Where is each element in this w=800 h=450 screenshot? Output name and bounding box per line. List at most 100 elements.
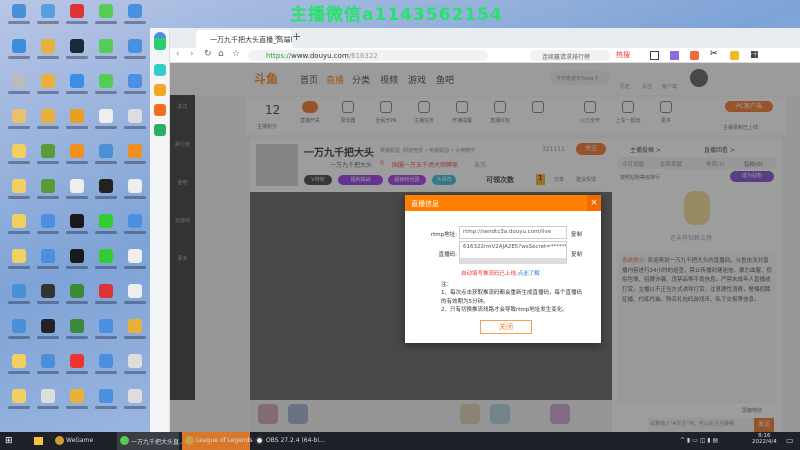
grid-icon[interactable]: ▦ — [750, 50, 759, 60]
desktop-shortcut[interactable] — [6, 389, 32, 419]
taskbar-obs[interactable]: OBS 27.2.4 (64-bi... — [252, 432, 325, 450]
reload-icon[interactable]: ↻ — [204, 49, 212, 59]
desktop-shortcut[interactable] — [64, 354, 90, 384]
desktop-shortcut[interactable] — [6, 249, 32, 279]
desktop-shortcut[interactable] — [93, 214, 119, 244]
desktop-shortcut[interactable] — [93, 389, 119, 419]
close-button[interactable]: 关闭 — [480, 320, 532, 334]
close-tab-icon[interactable]: × — [274, 33, 281, 42]
desktop-shortcut[interactable] — [6, 39, 32, 69]
desktop-shortcut[interactable] — [122, 39, 148, 69]
stream-code-field[interactable]: 616322rmV2AJA2E5?wsSecret=*********** — [459, 241, 567, 264]
desktop-shortcut[interactable] — [64, 319, 90, 349]
desktop-shortcut[interactable] — [64, 284, 90, 314]
scissors-icon[interactable]: ✂ — [710, 49, 718, 59]
desktop-shortcut[interactable] — [122, 179, 148, 209]
desktop-shortcut[interactable] — [122, 144, 148, 174]
desktop-shortcut[interactable] — [6, 74, 32, 104]
desktop-shortcut[interactable] — [122, 284, 148, 314]
desktop-shortcut[interactable] — [64, 389, 90, 419]
desktop-shortcut[interactable] — [35, 39, 61, 69]
browser-search-input[interactable]: 连续赢请求排行榜 — [530, 50, 610, 61]
desktop-shortcut[interactable] — [35, 389, 61, 419]
desktop-shortcut[interactable] — [35, 214, 61, 244]
desktop-shortcut[interactable] — [93, 144, 119, 174]
desktop-shortcut[interactable] — [122, 249, 148, 279]
desktop-shortcut[interactable] — [35, 284, 61, 314]
notification-icon[interactable]: ▭ — [786, 436, 794, 445]
desktop-shortcut[interactable] — [64, 39, 90, 69]
forward-icon[interactable]: › — [190, 49, 194, 59]
desktop-shortcut[interactable] — [122, 319, 148, 349]
desktop-shortcut[interactable] — [122, 389, 148, 419]
desktop-shortcut[interactable] — [93, 109, 119, 139]
desktop-shortcut[interactable] — [122, 74, 148, 104]
desktop-shortcut[interactable] — [6, 4, 32, 34]
desktop-shortcut[interactable] — [35, 179, 61, 209]
desktop-shortcut[interactable] — [35, 354, 61, 384]
desktop-shortcut[interactable] — [35, 4, 61, 34]
start-icon[interactable]: ⊞ — [5, 436, 13, 446]
copy-code-button[interactable]: 复制 — [571, 250, 582, 258]
desktop-shortcut[interactable] — [35, 319, 61, 349]
desktop-shortcut[interactable] — [93, 354, 119, 384]
sidebar-app-icon[interactable] — [154, 64, 166, 76]
desktop-shortcut[interactable] — [6, 354, 32, 384]
sidebar-app-icon[interactable] — [154, 104, 166, 116]
sidebar-app-icon[interactable] — [154, 38, 166, 50]
file-explorer-icon[interactable] — [34, 437, 43, 445]
desktop-shortcut[interactable] — [6, 214, 32, 244]
desktop-shortcut[interactable] — [64, 249, 90, 279]
extension-icon[interactable] — [670, 51, 679, 60]
extension-icon[interactable] — [650, 51, 659, 60]
copy-rtmp-button[interactable]: 复制 — [571, 230, 582, 238]
system-tray-icons[interactable]: ^ ▮ ▭ ◫ ▮ ▤ — [680, 437, 718, 444]
desktop-shortcut[interactable] — [93, 179, 119, 209]
desktop-shortcut[interactable] — [122, 354, 148, 384]
taskbar-lol[interactable]: League of Legends — [182, 432, 253, 450]
desktop-shortcut[interactable] — [6, 144, 32, 174]
learn-more-link[interactable]: 点此了解 — [518, 271, 540, 277]
taskbar-browser[interactable]: 一万九千把大头直... — [117, 432, 185, 450]
desktop-shortcut[interactable] — [35, 249, 61, 279]
back-icon[interactable]: ‹ — [176, 49, 180, 59]
url-input[interactable]: https://www.douyu.com/616322 — [248, 50, 488, 61]
sidebar-app-icon[interactable] — [154, 84, 166, 96]
desktop-shortcut[interactable] — [93, 249, 119, 279]
home-icon[interactable]: ⌂ — [218, 49, 224, 59]
taskbar-wegame[interactable]: WeGame — [52, 432, 114, 450]
desktop-shortcut[interactable] — [35, 144, 61, 174]
desktop-shortcut[interactable] — [64, 74, 90, 104]
desktop-shortcut[interactable] — [122, 109, 148, 139]
new-tab-button[interactable]: + — [292, 30, 301, 43]
desktop-shortcut[interactable] — [122, 4, 148, 34]
desktop-shortcut[interactable] — [93, 4, 119, 34]
desktop-shortcut[interactable] — [64, 179, 90, 209]
extension-icon[interactable] — [690, 51, 699, 60]
desktop-shortcut[interactable] — [6, 284, 32, 314]
desktop-shortcut[interactable] — [93, 74, 119, 104]
desktop-shortcut[interactable] — [64, 144, 90, 174]
desktop-shortcut[interactable] — [64, 109, 90, 139]
desktop-shortcut[interactable] — [64, 214, 90, 244]
desktop-shortcut[interactable] — [93, 319, 119, 349]
desktop-shortcut[interactable] — [35, 109, 61, 139]
shortcut-icon — [128, 389, 142, 403]
shield-icon[interactable] — [730, 51, 739, 60]
desktop-shortcut[interactable] — [93, 284, 119, 314]
desktop-shortcut[interactable] — [35, 74, 61, 104]
dialog-close-icon[interactable]: × — [587, 195, 601, 211]
rtmp-url-field[interactable]: rtmp://sendtc3a.douyu.com/live — [459, 226, 567, 239]
shortcut-icon — [70, 179, 84, 193]
shortcut-icon — [12, 284, 26, 298]
desktop-shortcut[interactable] — [93, 39, 119, 69]
desktop-shortcut[interactable] — [6, 109, 32, 139]
desktop-shortcut[interactable] — [64, 4, 90, 34]
desktop-shortcut[interactable] — [6, 319, 32, 349]
desktop-shortcut[interactable] — [6, 179, 32, 209]
star-icon[interactable]: ☆ — [232, 49, 240, 59]
hot-search-link[interactable]: 热搜 — [616, 50, 630, 60]
sidebar-app-icon[interactable] — [154, 124, 166, 136]
desktop-shortcut[interactable] — [122, 214, 148, 244]
clock[interactable]: 8:16 2022/4/4 — [752, 433, 777, 445]
